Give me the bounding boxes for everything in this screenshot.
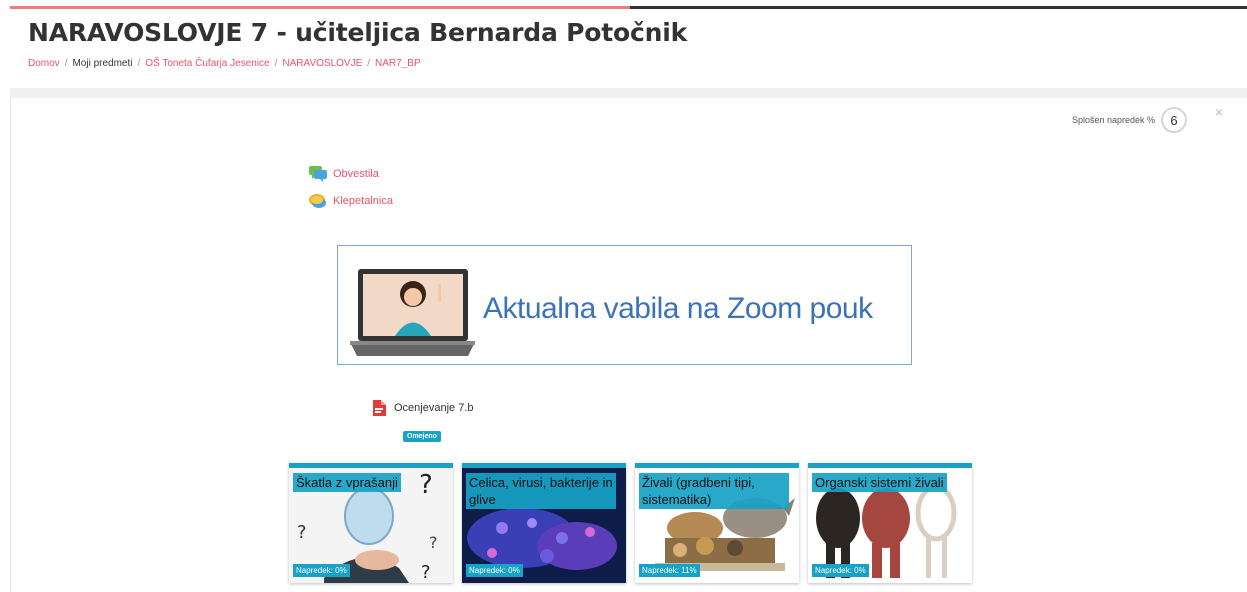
tile-title: Živali (gradbeni tipi, sistematika)	[639, 473, 789, 509]
activity-chat-link[interactable]: Klepetalnica	[333, 195, 393, 207]
banner-text: Aktualna vabila na Zoom pouk	[483, 292, 873, 325]
top-progress-bar	[10, 6, 1247, 9]
section-tile[interactable]: Celica, virusi, bakterije in glive Napre…	[462, 463, 626, 583]
close-icon[interactable]: ×	[1215, 104, 1223, 120]
restricted-badge: Omejeno	[403, 431, 441, 442]
pdf-file-icon	[373, 400, 386, 416]
tile-progress: Napredek: 0%	[293, 564, 350, 577]
section-tile[interactable]: Organski sistemi živali Napredek: 0%	[808, 463, 972, 583]
top-progress-accent	[10, 6, 630, 9]
overall-progress: Splošen napredek % 6	[1072, 107, 1187, 133]
breadcrumb-separator: /	[274, 58, 278, 69]
tile-title: Škatla z vprašanji	[293, 473, 401, 492]
overall-progress-label: Splošen napredek %	[1071, 115, 1155, 125]
page-title: NARAVOSLOVJE 7 - učiteljica Bernarda Pot…	[28, 18, 688, 47]
content-left-border	[10, 98, 11, 592]
tile-title: Celica, virusi, bakterije in glive	[466, 473, 616, 509]
progress-ring-icon: 6	[1161, 107, 1187, 133]
file-resource[interactable]: Ocenjevanje 7.b	[372, 400, 474, 416]
breadcrumb-separator: /	[367, 58, 371, 69]
chat-icon	[309, 194, 326, 208]
breadcrumb-category[interactable]: NARAVOSLOVJE	[282, 58, 362, 69]
zoom-invitations-banner[interactable]: Aktualna vabila na Zoom pouk	[337, 245, 912, 365]
breadcrumb-my-courses: Moji predmeti	[72, 58, 133, 69]
breadcrumb-course[interactable]: NAR7_BP	[375, 58, 421, 69]
svg-text:?: ?	[297, 522, 307, 543]
file-resource-name[interactable]: Ocenjevanje 7.b	[394, 402, 474, 414]
tile-title: Organski sistemi živali	[812, 473, 947, 492]
forum-icon	[309, 166, 327, 182]
laptop-teacher-illustration	[350, 269, 475, 356]
breadcrumb: Domov / Moji predmeti / OŠ Toneta Čufarja Je…	[28, 58, 421, 69]
breadcrumb-home[interactable]: Domov	[28, 58, 60, 69]
svg-text:?: ?	[429, 533, 438, 552]
activity-news-link[interactable]: Obvestila	[333, 168, 379, 180]
svg-text:?: ?	[419, 470, 433, 500]
breadcrumb-separator: /	[137, 58, 141, 69]
svg-text:?: ?	[421, 562, 431, 583]
tile-progress: Napredek: 11%	[639, 564, 700, 577]
activity-news[interactable]: Obvestila	[309, 166, 379, 182]
section-tile[interactable]: Živali (gradbeni tipi, sistematika) Napr…	[635, 463, 799, 583]
tile-progress: Napredek: 0%	[466, 564, 523, 577]
section-tile[interactable]: ? ? ? ? Škatla z vprašanji Napredek: 0%	[289, 463, 453, 583]
tile-progress: Napredek: 0%	[812, 564, 869, 577]
content-header-strip	[10, 88, 1247, 98]
breadcrumb-separator: /	[64, 58, 68, 69]
activity-chat[interactable]: Klepetalnica	[309, 193, 393, 209]
breadcrumb-school[interactable]: OŠ Toneta Čufarja Jesenice	[145, 58, 269, 69]
